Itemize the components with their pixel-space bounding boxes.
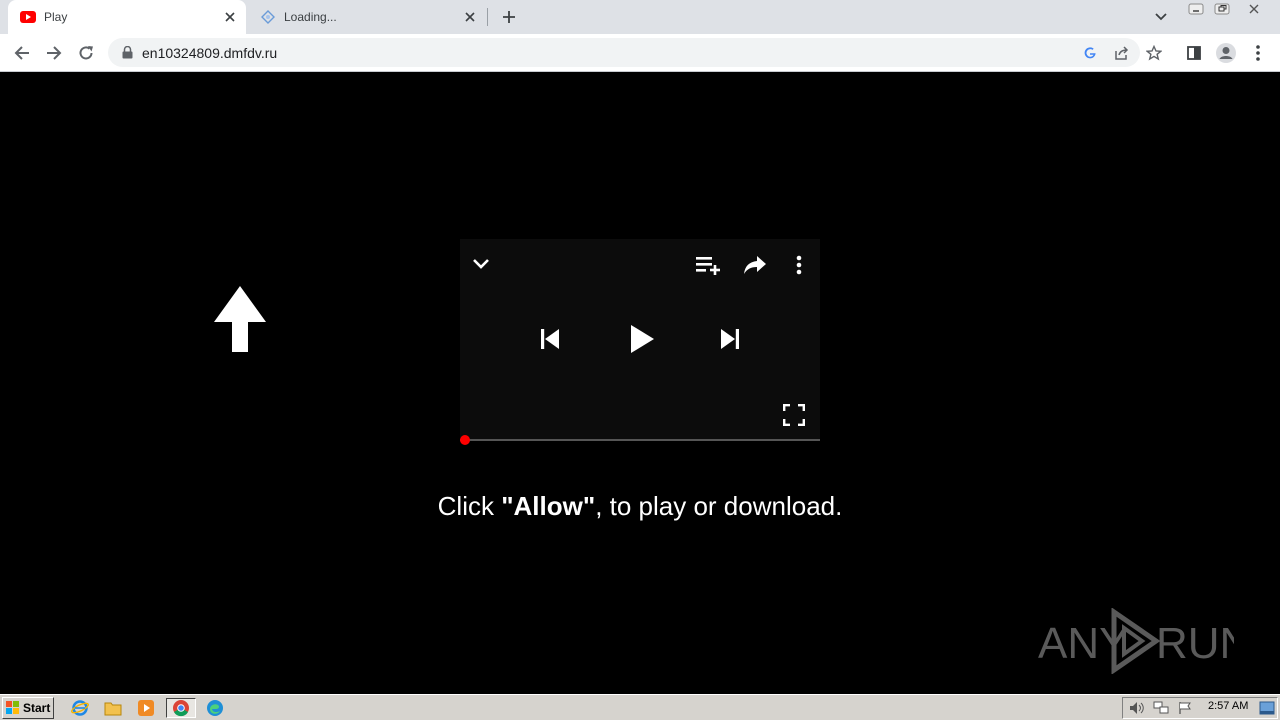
forward-button[interactable]	[40, 39, 68, 67]
video-player[interactable]	[460, 239, 820, 441]
loading-icon	[260, 9, 276, 25]
bookmark-star-icon[interactable]	[1145, 44, 1163, 62]
address-bar[interactable]: en10324809.dmfdv.ru	[108, 38, 1162, 67]
tab-search-chevron-icon[interactable]	[1150, 8, 1172, 26]
reload-button[interactable]	[72, 39, 100, 67]
google-translate-icon[interactable]	[1081, 44, 1099, 62]
browser-chrome: Play Loading... en10324809.dmfdv.ru	[0, 0, 1280, 72]
tab-title: Play	[44, 10, 68, 24]
share-icon[interactable]	[1113, 44, 1131, 62]
progress-bar[interactable]	[460, 439, 820, 441]
new-tab-button[interactable]	[498, 6, 520, 28]
progress-scrubber[interactable]	[460, 435, 470, 445]
next-track-icon[interactable]	[716, 325, 744, 353]
add-to-queue-icon[interactable]	[694, 252, 722, 278]
browser-menu-icon[interactable]	[1244, 39, 1272, 67]
allow-instruction-text: Click "Allow", to play or download.	[0, 491, 1280, 522]
taskbar: Start 2:57 AM	[0, 694, 1280, 720]
media-player-icon[interactable]	[134, 698, 158, 718]
chevron-down-icon[interactable]	[470, 253, 492, 275]
caption-prefix: Click	[437, 491, 502, 521]
more-options-icon[interactable]	[790, 253, 808, 277]
tab-loading[interactable]: Loading...	[250, 0, 486, 34]
close-window-button[interactable]	[1236, 0, 1272, 18]
up-arrow-icon	[214, 286, 266, 352]
browser-toolbar: en10324809.dmfdv.ru	[0, 34, 1280, 72]
taskbar-clock: 2:57 AM	[1208, 700, 1249, 712]
volume-icon[interactable]	[1129, 701, 1145, 720]
fullscreen-icon[interactable]	[782, 403, 806, 427]
close-tab-icon[interactable]	[222, 9, 238, 25]
tab-strip: Play Loading...	[0, 0, 1280, 34]
minimize-button[interactable]	[1184, 0, 1208, 18]
profile-avatar-icon[interactable]	[1212, 39, 1240, 67]
start-button[interactable]: Start	[2, 697, 54, 719]
tab-play[interactable]: Play	[8, 0, 246, 34]
share-arrow-icon[interactable]	[742, 253, 768, 277]
edge-icon[interactable]	[203, 698, 227, 718]
caption-suffix: , to play or download.	[595, 491, 843, 521]
windows-logo-icon	[6, 701, 20, 715]
chrome-taskbar-icon[interactable]	[166, 698, 196, 718]
internet-explorer-icon[interactable]	[68, 698, 92, 718]
file-explorer-icon[interactable]	[101, 698, 125, 718]
lock-icon[interactable]	[120, 46, 134, 60]
network-icon[interactable]	[1153, 701, 1169, 720]
side-panel-icon[interactable]	[1180, 39, 1208, 67]
back-button[interactable]	[8, 39, 36, 67]
show-desktop-icon[interactable]	[1256, 698, 1278, 718]
restore-button[interactable]	[1210, 0, 1234, 18]
system-tray	[1122, 697, 1278, 719]
action-center-flag-icon[interactable]	[1177, 701, 1193, 720]
tab-title: Loading...	[284, 10, 337, 24]
anyrun-watermark: ANY RUN	[1038, 607, 1251, 675]
youtube-icon	[20, 9, 36, 25]
close-tab-icon[interactable]	[462, 9, 478, 25]
watermark-right-text: RUN	[1156, 619, 1234, 668]
play-icon[interactable]	[624, 321, 660, 357]
url-text: en10324809.dmfdv.ru	[142, 44, 278, 61]
caption-bold: "Allow"	[501, 491, 596, 521]
start-label: Start	[23, 701, 51, 715]
previous-track-icon[interactable]	[536, 325, 564, 353]
tab-separator	[487, 8, 488, 26]
